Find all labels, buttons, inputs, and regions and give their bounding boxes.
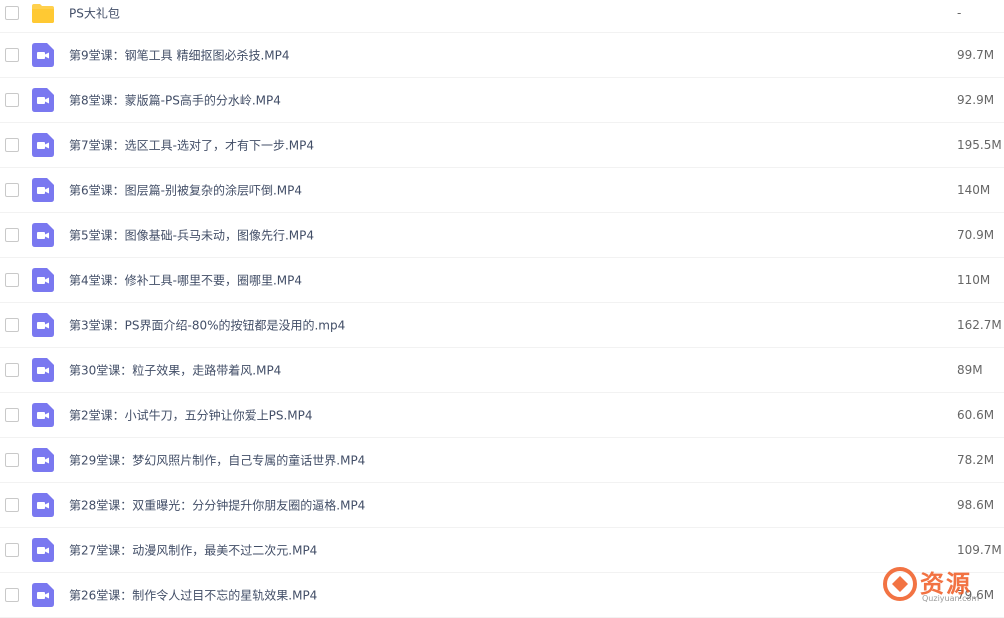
video-file-icon xyxy=(32,268,54,292)
video-file-icon xyxy=(32,358,54,382)
select-checkbox[interactable] xyxy=(5,453,19,467)
file-name[interactable]: 第2堂课：小试牛刀，五分钟让你爱上PS.MP4 xyxy=(69,407,313,424)
file-row[interactable]: 第7堂课：选区工具-选对了，才有下一步.MP4 195.5M xyxy=(0,123,1004,168)
select-checkbox[interactable] xyxy=(5,498,19,512)
select-checkbox[interactable] xyxy=(5,588,19,602)
file-row[interactable]: 第30堂课：粒子效果，走路带着风.MP4 89M xyxy=(0,348,1004,393)
select-checkbox[interactable] xyxy=(5,408,19,422)
select-checkbox[interactable] xyxy=(5,138,19,152)
video-file-icon xyxy=(32,178,54,202)
select-checkbox[interactable] xyxy=(5,228,19,242)
file-row[interactable]: 第4堂课：修补工具-哪里不要，圈哪里.MP4 110M xyxy=(0,258,1004,303)
video-file-icon xyxy=(32,448,54,472)
folder-icon xyxy=(32,4,54,23)
file-row[interactable]: 第5堂课：图像基础-兵马未动，图像先行.MP4 70.9M xyxy=(0,213,1004,258)
watermark-subtext: Quziyuan.com xyxy=(922,594,980,603)
file-name[interactable]: 第3堂课：PS界面介绍-80%的按钮都是没用的.mp4 xyxy=(69,317,345,334)
file-name[interactable]: 第29堂课：梦幻风照片制作，自己专属的童话世界.MP4 xyxy=(69,452,365,469)
file-row[interactable]: 第26堂课：制作令人过目不忘的星轨效果.MP4 79.6M xyxy=(0,573,1004,618)
file-size: 98.6M xyxy=(957,498,995,512)
select-checkbox[interactable] xyxy=(5,363,19,377)
file-size: 70.9M xyxy=(957,228,995,242)
watermark: 资源 Quziyuan.com xyxy=(876,562,998,606)
file-list: PS大礼包 - 第9堂课：钢笔工具 精细抠图必杀技.MP4 99.7M 第8堂课：蒙版篇… xyxy=(0,0,1004,618)
watermark-logo-icon xyxy=(883,567,917,601)
select-checkbox[interactable] xyxy=(5,6,19,20)
file-row[interactable]: 第27堂课：动漫风制作，最美不过二次元.MP4 109.7M xyxy=(0,528,1004,573)
file-size: 99.7M xyxy=(957,48,995,62)
file-name[interactable]: 第28堂课：双重曝光：分分钟提升你朋友圈的逼格.MP4 xyxy=(69,497,365,514)
file-size: 60.6M xyxy=(957,408,995,422)
file-name[interactable]: 第6堂课：图层篇-别被复杂的涂层吓倒.MP4 xyxy=(69,182,302,199)
file-size: - xyxy=(957,6,962,20)
file-name[interactable]: 第4堂课：修补工具-哪里不要，圈哪里.MP4 xyxy=(69,272,302,289)
video-file-icon xyxy=(32,43,54,67)
file-name[interactable]: 第30堂课：粒子效果，走路带着风.MP4 xyxy=(69,362,281,379)
select-checkbox[interactable] xyxy=(5,543,19,557)
video-file-icon xyxy=(32,88,54,112)
video-file-icon xyxy=(32,133,54,157)
video-file-icon xyxy=(32,313,54,337)
video-file-icon xyxy=(32,403,54,427)
file-row[interactable]: 第8堂课：蒙版篇-PS高手的分水岭.MP4 92.9M xyxy=(0,78,1004,123)
file-name[interactable]: 第26堂课：制作令人过目不忘的星轨效果.MP4 xyxy=(69,587,317,604)
file-size: 140M xyxy=(957,183,991,197)
select-checkbox[interactable] xyxy=(5,273,19,287)
file-row[interactable]: 第29堂课：梦幻风照片制作，自己专属的童话世界.MP4 78.2M xyxy=(0,438,1004,483)
file-name[interactable]: 第8堂课：蒙版篇-PS高手的分水岭.MP4 xyxy=(69,92,281,109)
file-size: 162.7M xyxy=(957,318,1002,332)
video-file-icon xyxy=(32,583,54,607)
folder-row[interactable]: PS大礼包 - xyxy=(0,0,1004,33)
video-file-icon xyxy=(32,538,54,562)
file-size: 89M xyxy=(957,363,983,377)
file-name[interactable]: 第5堂课：图像基础-兵马未动，图像先行.MP4 xyxy=(69,227,314,244)
file-row[interactable]: 第6堂课：图层篇-别被复杂的涂层吓倒.MP4 140M xyxy=(0,168,1004,213)
file-row[interactable]: 第2堂课：小试牛刀，五分钟让你爱上PS.MP4 60.6M xyxy=(0,393,1004,438)
file-size: 92.9M xyxy=(957,93,995,107)
file-name[interactable]: PS大礼包 xyxy=(69,5,120,22)
video-file-icon xyxy=(32,223,54,247)
file-size: 109.7M xyxy=(957,543,1002,557)
file-row[interactable]: 第9堂课：钢笔工具 精细抠图必杀技.MP4 99.7M xyxy=(0,33,1004,78)
select-checkbox[interactable] xyxy=(5,48,19,62)
file-size: 78.2M xyxy=(957,453,995,467)
file-name[interactable]: 第9堂课：钢笔工具 精细抠图必杀技.MP4 xyxy=(69,47,290,64)
select-checkbox[interactable] xyxy=(5,318,19,332)
file-size: 110M xyxy=(957,273,991,287)
select-checkbox[interactable] xyxy=(5,93,19,107)
file-row[interactable]: 第3堂课：PS界面介绍-80%的按钮都是没用的.mp4 162.7M xyxy=(0,303,1004,348)
file-name[interactable]: 第27堂课：动漫风制作，最美不过二次元.MP4 xyxy=(69,542,317,559)
file-name[interactable]: 第7堂课：选区工具-选对了，才有下一步.MP4 xyxy=(69,137,314,154)
file-row[interactable]: 第28堂课：双重曝光：分分钟提升你朋友圈的逼格.MP4 98.6M xyxy=(0,483,1004,528)
select-checkbox[interactable] xyxy=(5,183,19,197)
video-file-icon xyxy=(32,493,54,517)
file-size: 195.5M xyxy=(957,138,1002,152)
